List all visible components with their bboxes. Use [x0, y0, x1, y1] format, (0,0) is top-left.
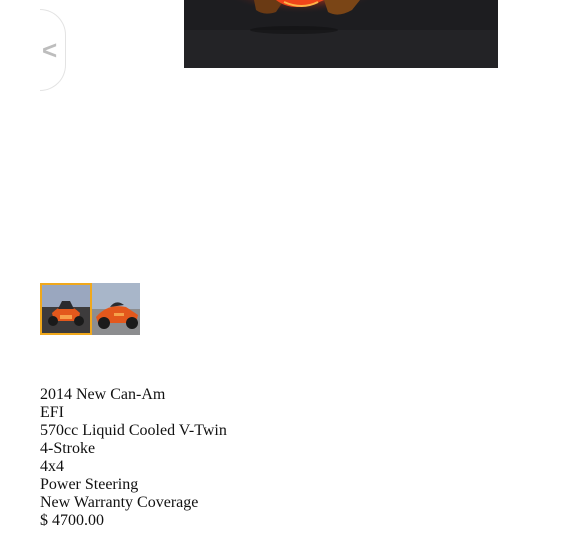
drive-type: 4x4 — [40, 458, 64, 475]
engine-stroke: 4-Stroke — [40, 440, 96, 457]
main-vehicle-image — [184, 0, 498, 68]
listing-title: 2014 New Can-Am — [40, 386, 166, 403]
fuel-system: EFI — [40, 404, 64, 421]
engine-spec: 570cc Liquid Cooled V-Twin — [40, 422, 227, 439]
listing-details: 2014 New Can-Am EFI 570cc Liquid Cooled … — [40, 386, 227, 530]
steering-feature: Power Steering — [40, 476, 139, 493]
warranty-info: New Warranty Coverage — [40, 494, 199, 511]
chevron-left-icon: < — [42, 35, 58, 65]
price: $ 4700.00 — [40, 512, 104, 529]
thumbnail-side-view[interactable] — [92, 283, 140, 335]
thumbnail-front-view[interactable] — [40, 283, 92, 335]
previous-image-button[interactable]: < — [40, 9, 66, 91]
